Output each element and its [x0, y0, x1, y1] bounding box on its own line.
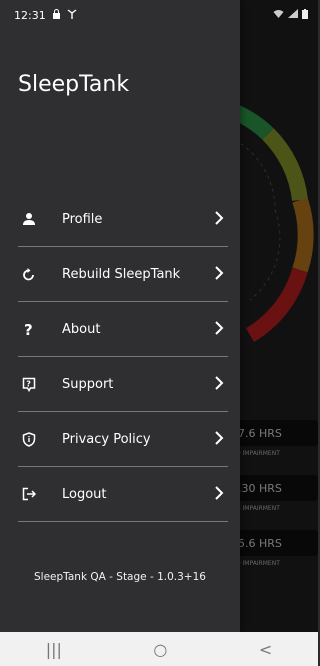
signal-icon — [288, 9, 298, 21]
menu-item-rebuild[interactable]: Rebuild SleepTank — [18, 247, 228, 302]
question-icon: ? — [18, 318, 40, 340]
menu-item-label: About — [62, 321, 101, 337]
status-bar: 12:31 — [0, 0, 318, 30]
menu-item-label: Support — [62, 376, 114, 392]
chevron-right-icon — [214, 264, 224, 285]
menu-item-label: Logout — [62, 486, 107, 502]
support-icon: ? — [18, 373, 40, 395]
person-icon — [18, 208, 40, 230]
menu-item-profile[interactable]: Profile — [18, 192, 228, 247]
menu-item-support[interactable]: ? Support — [18, 357, 228, 412]
antenna-icon — [67, 8, 77, 22]
menu-item-label: Privacy Policy — [62, 431, 151, 447]
menu-item-label: Profile — [62, 211, 103, 227]
lock-icon — [52, 8, 61, 22]
app-name: SleepTank — [18, 72, 130, 97]
refresh-icon — [18, 263, 40, 285]
navigation-drawer: SleepTank Profile Rebuild SleepTank ? Ab… — [0, 0, 240, 632]
chevron-right-icon — [214, 484, 224, 505]
home-button[interactable]: ○ — [153, 640, 167, 659]
system-nav-bar: ||| ○ < — [0, 632, 318, 666]
chevron-right-icon — [214, 319, 224, 340]
shield-icon — [18, 428, 40, 450]
svg-text:?: ? — [24, 321, 33, 337]
menu-item-label: Rebuild SleepTank — [62, 266, 181, 282]
chevron-right-icon — [214, 209, 224, 230]
status-time: 12:31 — [14, 8, 46, 22]
logout-icon — [18, 483, 40, 505]
app-version: SleepTank QA - Stage - 1.0.3+16 — [34, 571, 206, 583]
battery-icon — [302, 8, 308, 22]
svg-text:?: ? — [26, 379, 31, 388]
menu-item-about[interactable]: ? About — [18, 302, 228, 357]
chevron-right-icon — [214, 374, 224, 395]
menu-item-logout[interactable]: Logout — [18, 467, 228, 522]
chevron-right-icon — [214, 429, 224, 450]
recents-button[interactable]: ||| — [46, 640, 62, 659]
drawer-menu: Profile Rebuild SleepTank ? About ? Supp… — [18, 192, 228, 522]
wifi-icon — [273, 9, 284, 21]
menu-item-privacy-policy[interactable]: Privacy Policy — [18, 412, 228, 467]
back-button[interactable]: < — [259, 640, 272, 659]
